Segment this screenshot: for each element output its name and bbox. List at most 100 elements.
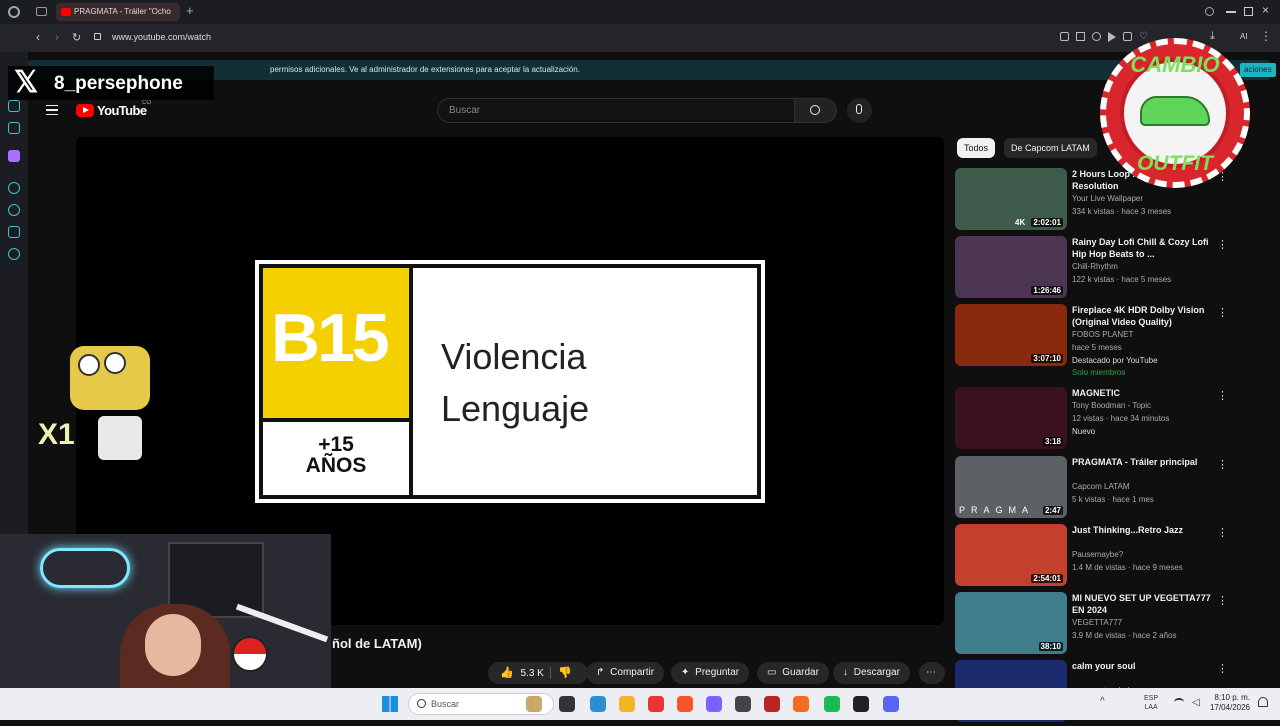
browser-logo-icon[interactable]	[8, 6, 20, 18]
video-options-icon[interactable]: ⋮	[1217, 594, 1228, 607]
obs-icon[interactable]	[853, 696, 869, 712]
search-input[interactable]: Buscar	[437, 98, 795, 123]
video-title[interactable]: Fireplace 4K HDR Dolby Vision (Original …	[1072, 304, 1212, 328]
opera-icon[interactable]	[648, 696, 664, 712]
video-channel[interactable]: Pausemaybe?	[1072, 550, 1123, 559]
more-actions-button[interactable]: ⋯	[919, 662, 945, 684]
video-thumbnail[interactable]: 3:07:10	[955, 304, 1067, 366]
recommended-video-item[interactable]: 3:18 MAGNETIC Tony Boodman - Topic 12 vista…	[955, 387, 1255, 453]
url-field[interactable]: www.youtube.com/watch	[112, 32, 211, 42]
tray-chevron-icon[interactable]: ^	[1100, 696, 1105, 707]
download-icon[interactable]: ⤓	[1210, 30, 1215, 43]
edge-icon[interactable]	[590, 696, 606, 712]
chip-capcom[interactable]: De Capcom LATAM	[1004, 138, 1097, 158]
video-options-icon[interactable]: ⋮	[1217, 458, 1228, 471]
windows-start-icon[interactable]	[382, 696, 398, 712]
back-button[interactable]: ‹	[36, 30, 40, 44]
video-thumbnail[interactable]: 4K 2:02:01	[955, 168, 1067, 230]
video-channel[interactable]: Capcom LATAM	[1072, 482, 1130, 491]
video-channel[interactable]: FOBOS PLANET	[1072, 330, 1133, 339]
video-title[interactable]: MI NUEVO SET UP VEGETTA777 EN 2024	[1072, 592, 1212, 616]
play-icon[interactable]	[1108, 32, 1116, 42]
rating-descriptor-violence: Violencia	[441, 336, 587, 377]
voice-search-button[interactable]	[847, 98, 872, 123]
video-thumbnail[interactable]: 38:10	[955, 592, 1067, 654]
ask-button[interactable]: ✦ Preguntar	[671, 662, 750, 684]
video-channel[interactable]: Chill-Rhythm	[1072, 262, 1118, 271]
hamburger-menu-icon[interactable]	[46, 105, 58, 115]
video-thumbnail[interactable]: 2:54:01	[955, 524, 1067, 586]
file-explorer-icon[interactable]	[619, 696, 635, 712]
download-video-button[interactable]: ↓ Descargar	[833, 662, 910, 684]
recommended-video-item[interactable]: 1:26:46 Rainy Day Lofi Chill & Cozy Lofi …	[955, 236, 1255, 302]
widgets-icon[interactable]	[526, 696, 542, 712]
video-options-icon[interactable]: ⋮	[1217, 238, 1228, 251]
video-options-icon[interactable]: ⋮	[1217, 389, 1228, 402]
rating-divider-vertical	[409, 268, 413, 495]
epic-games-icon[interactable]	[764, 696, 780, 712]
wifi-icon[interactable]	[1174, 698, 1184, 706]
video-title[interactable]: calm your soul	[1072, 660, 1212, 672]
copilot-icon[interactable]	[706, 696, 722, 712]
forward-button[interactable]: ›	[55, 30, 59, 44]
video-channel[interactable]: Tony Boodman - Topic	[1072, 401, 1151, 410]
save-button[interactable]: ▭ Guardar	[757, 662, 829, 684]
recommended-video-item[interactable]: 2:54:01 Just Thinking...Retro Jazz Pausema…	[955, 524, 1255, 590]
new-tab-button[interactable]: +	[186, 3, 194, 18]
thumb-down-icon[interactable]: 👎	[558, 662, 572, 684]
like-button[interactable]: 👍 5.3 K 👎	[488, 662, 588, 684]
video-options-icon[interactable]: ⋮	[1217, 662, 1228, 675]
volume-icon[interactable]: ◁	[1192, 697, 1200, 708]
recommended-video-item[interactable]: PRAGMA 2:47 PRAGMATA - Tráiler principal Ca…	[955, 456, 1255, 522]
ai-button[interactable]: AI	[1240, 32, 1248, 41]
brave-icon[interactable]	[677, 696, 693, 712]
app-icon[interactable]	[735, 696, 751, 712]
minimize-button[interactable]	[1226, 11, 1236, 13]
video-title[interactable]: MAGNETIC	[1072, 387, 1212, 399]
video-options-icon[interactable]: ⋮	[1217, 526, 1228, 539]
sidebar-app-icon[interactable]	[8, 226, 20, 238]
search-tabs-icon[interactable]	[1205, 7, 1214, 16]
video-title[interactable]: PRAGMATA - Tráiler principal	[1072, 456, 1212, 468]
extension-icon[interactable]	[1060, 32, 1069, 41]
video-thumbnail[interactable]: 1:26:46	[955, 236, 1067, 298]
recommended-video-item[interactable]: 3:07:10 Fireplace 4K HDR Dolby Vision (Or…	[955, 304, 1255, 377]
search-button[interactable]	[795, 98, 837, 123]
video-thumbnail[interactable]: 3:18	[955, 387, 1067, 449]
video-title[interactable]: Rainy Day Lofi Chill & Cozy Lofi Hip Hop…	[1072, 236, 1212, 260]
clock[interactable]: 8:10 p. m. 17/04/2026	[1208, 693, 1250, 713]
notice-action-button[interactable]: aciones	[1240, 63, 1276, 77]
menu-icon[interactable]: ⋮	[1260, 29, 1272, 43]
reload-button[interactable]: ↻	[72, 31, 81, 44]
share-button[interactable]: ↱ Compartir	[586, 662, 665, 684]
discord-icon[interactable]	[883, 696, 899, 712]
firefox-icon[interactable]	[793, 696, 809, 712]
sidebar-app-icon[interactable]	[8, 182, 20, 194]
close-window-button[interactable]: ×	[1262, 3, 1269, 17]
language-indicator[interactable]: ESP LAA	[1144, 694, 1158, 712]
video-channel[interactable]: VEGETTA777	[1072, 618, 1122, 627]
ask-label: Preguntar	[695, 667, 740, 678]
extension-icon[interactable]	[1076, 32, 1085, 41]
recommended-video-item[interactable]: 38:10 MI NUEVO SET UP VEGETTA777 EN 2024 V…	[955, 592, 1255, 658]
twitch-icon[interactable]	[8, 150, 20, 162]
extension-icon[interactable]	[1123, 32, 1132, 41]
video-thumbnail[interactable]: PRAGMA 2:47	[955, 456, 1067, 518]
sidebar-app-icon[interactable]	[8, 122, 20, 134]
notification-bell-icon[interactable]	[1258, 697, 1268, 707]
task-view-icon[interactable]	[559, 696, 575, 712]
lock-icon	[94, 33, 101, 40]
extension-icon[interactable]	[1092, 32, 1101, 41]
chip-all[interactable]: Todos	[957, 138, 996, 158]
tab-active[interactable]: PRAGMATA - Tráiler "Ocho	[56, 3, 180, 21]
age-label: +15 AÑOS	[263, 434, 409, 476]
maximize-button[interactable]	[1244, 7, 1253, 16]
settings-icon[interactable]	[8, 248, 20, 260]
spotify-icon[interactable]	[824, 696, 840, 712]
history-icon[interactable]	[8, 204, 20, 216]
video-title[interactable]: Just Thinking...Retro Jazz	[1072, 524, 1212, 536]
sidebar-app-icon[interactable]	[8, 100, 20, 112]
tab-list-icon[interactable]	[36, 7, 47, 16]
video-options-icon[interactable]: ⋮	[1217, 306, 1228, 319]
video-channel[interactable]: Your Live Wallpaper	[1072, 194, 1143, 203]
